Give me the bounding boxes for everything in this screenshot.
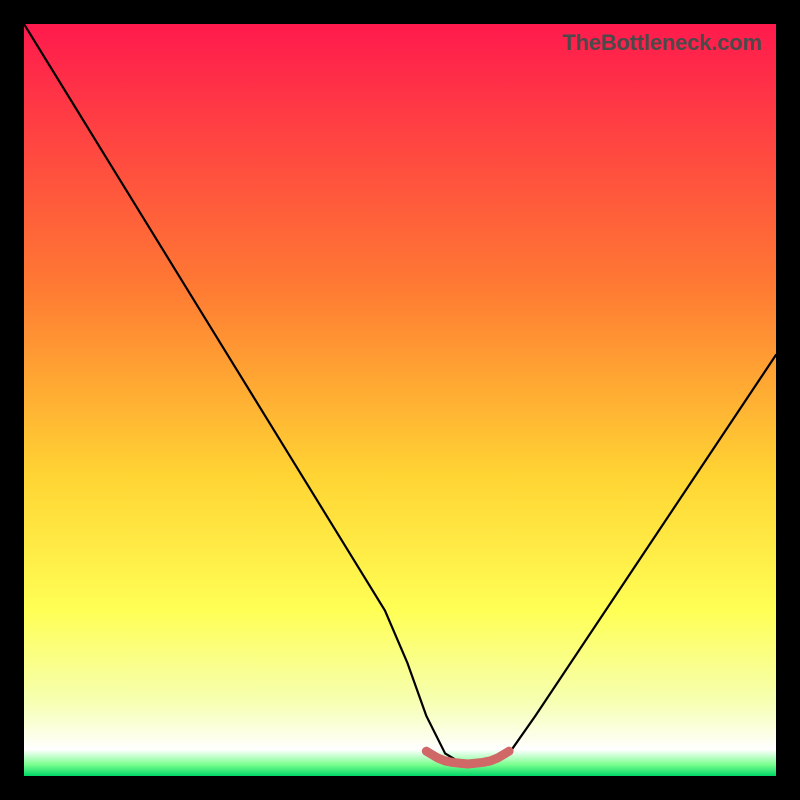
heatmap-background: [24, 24, 776, 776]
chart-frame: TheBottleneck.com: [24, 24, 776, 776]
watermark-text: TheBottleneck.com: [562, 30, 762, 56]
bottleneck-curve-chart: [24, 24, 776, 776]
